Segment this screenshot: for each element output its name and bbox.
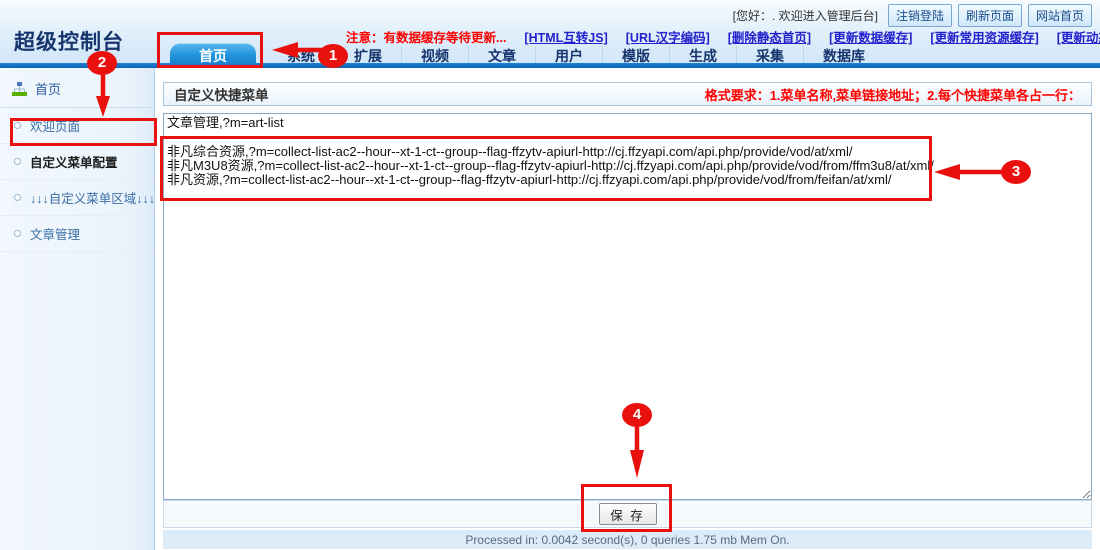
link-update-dynamic-cache[interactable]: [更新动态页面缓存] — [1057, 27, 1100, 46]
bullet-icon — [14, 122, 21, 129]
bullet-icon — [14, 194, 21, 201]
main-content: 自定义快捷菜单 格式要求：1.菜单名称,菜单链接地址；2.每个快捷菜单各占一行：… — [156, 68, 1100, 550]
sidebar-item-welcome-page[interactable]: 欢迎页面 — [0, 108, 154, 144]
header: 超级控制台 [您好：. 欢迎进入管理后台] 注销登陆 刷新页面 网站首页 注意：… — [0, 0, 1100, 68]
bullet-icon — [14, 230, 21, 237]
sidebar-item-custom-menu-area[interactable]: ↓↓↓自定义菜单区域↓↓↓ — [0, 180, 154, 216]
site-tree-icon — [12, 82, 27, 96]
format-hint: 格式要求：1.菜单名称,菜单链接地址；2.每个快捷菜单各占一行： — [705, 85, 1081, 104]
refresh-page-button[interactable]: 刷新页面 — [958, 4, 1022, 27]
sidebar-item-label: ↓↓↓自定义菜单区域↓↓↓ — [30, 188, 155, 207]
sidebar-item-label: 文章管理 — [30, 224, 80, 243]
site-home-button[interactable]: 网站首页 — [1028, 4, 1092, 27]
sidebar-item-home[interactable]: 首页 — [0, 68, 154, 108]
sidebar-item-custom-menu-config[interactable]: 自定义菜单配置 — [0, 144, 154, 180]
sidebar-item-home-label: 首页 — [35, 79, 61, 98]
processed-status: Processed in: 0.0042 second(s), 0 querie… — [465, 533, 789, 547]
save-button[interactable]: 保 存 — [599, 503, 657, 525]
panel-title: 自定义快捷菜单 — [174, 84, 269, 104]
logout-button[interactable]: 注销登陆 — [888, 4, 952, 27]
sidebar: 首页 欢迎页面 自定义菜单配置 ↓↓↓自定义菜单区域↓↓↓ 文章管理 — [0, 68, 155, 550]
sidebar-item-label: 欢迎页面 — [30, 116, 80, 135]
header-top-row: [您好：. 欢迎进入管理后台] 注销登陆 刷新页面 网站首页 — [733, 4, 1092, 27]
sidebar-item-label: 自定义菜单配置 — [30, 152, 118, 171]
welcome-text: [您好：. 欢迎进入管理后台] — [733, 7, 878, 24]
admin-page: 超级控制台 [您好：. 欢迎进入管理后台] 注销登陆 刷新页面 网站首页 注意：… — [0, 0, 1100, 550]
quick-menu-textarea[interactable]: 文章管理,?m=art-list 非凡综合资源,?m=collect-list-… — [163, 113, 1092, 500]
panel-header: 自定义快捷菜单 格式要求：1.菜单名称,菜单链接地址；2.每个快捷菜单各占一行： — [163, 82, 1092, 106]
save-row: 保 存 — [163, 500, 1092, 528]
link-update-resource-cache[interactable]: [更新常用资源缓存] — [930, 27, 1038, 46]
sidebar-item-article-manage[interactable]: 文章管理 — [0, 216, 154, 252]
bullet-icon — [14, 158, 21, 165]
footer-status-bar: Processed in: 0.0042 second(s), 0 querie… — [163, 530, 1092, 549]
app-title: 超级控制台 — [14, 26, 124, 56]
